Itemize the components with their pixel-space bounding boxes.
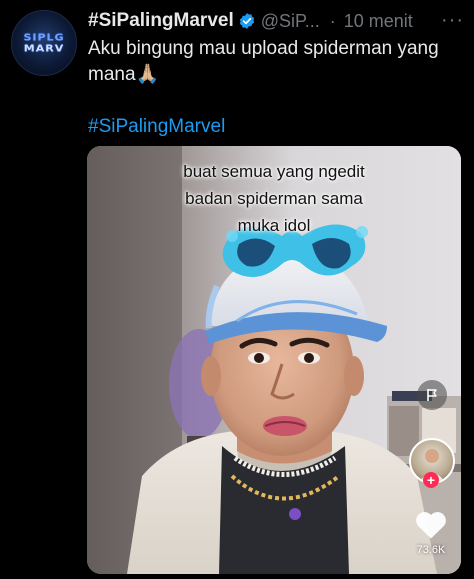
follow-plus-button[interactable]: + <box>423 472 439 488</box>
tweet-video[interactable]: buat semua yang ngedit badan spiderman s… <box>87 146 461 574</box>
tweet-header: #SiPalingMarvel @SiP... · 10 menit ··· <box>88 9 464 33</box>
verified-badge-icon <box>239 13 254 29</box>
display-name[interactable]: #SiPalingMarvel <box>88 10 234 32</box>
caption-line-3: muka idol <box>237 216 311 235</box>
more-options-icon[interactable]: ··· <box>441 9 464 32</box>
tweet-text: Aku bingung mau upload spiderman yang ma… <box>88 38 439 85</box>
user-handle[interactable]: @SiP... <box>261 11 320 32</box>
follow-plus-icon: + <box>426 472 436 488</box>
caption-line-2: badan spiderman sama <box>185 189 363 208</box>
hashtag-link[interactable]: #SiPalingMarvel <box>88 116 225 138</box>
tweet-timestamp[interactable]: 10 menit <box>344 11 413 32</box>
avatar-logo-text-bottom: MARV <box>23 42 65 55</box>
like-button[interactable] <box>413 508 449 542</box>
like-count: 73.6K <box>416 544 446 556</box>
video-caption: buat semua yang ngedit badan spiderman s… <box>87 158 461 239</box>
caption-line-1: buat semua yang ngedit <box>183 162 365 181</box>
report-flag-button[interactable] <box>417 380 447 410</box>
avatar-logo-text-top: SIPLG <box>23 31 65 44</box>
flag-icon <box>427 389 437 401</box>
separator-dot: · <box>329 10 336 31</box>
profile-avatar[interactable]: SIPLG MARV <box>11 10 77 76</box>
heart-icon <box>416 512 446 539</box>
